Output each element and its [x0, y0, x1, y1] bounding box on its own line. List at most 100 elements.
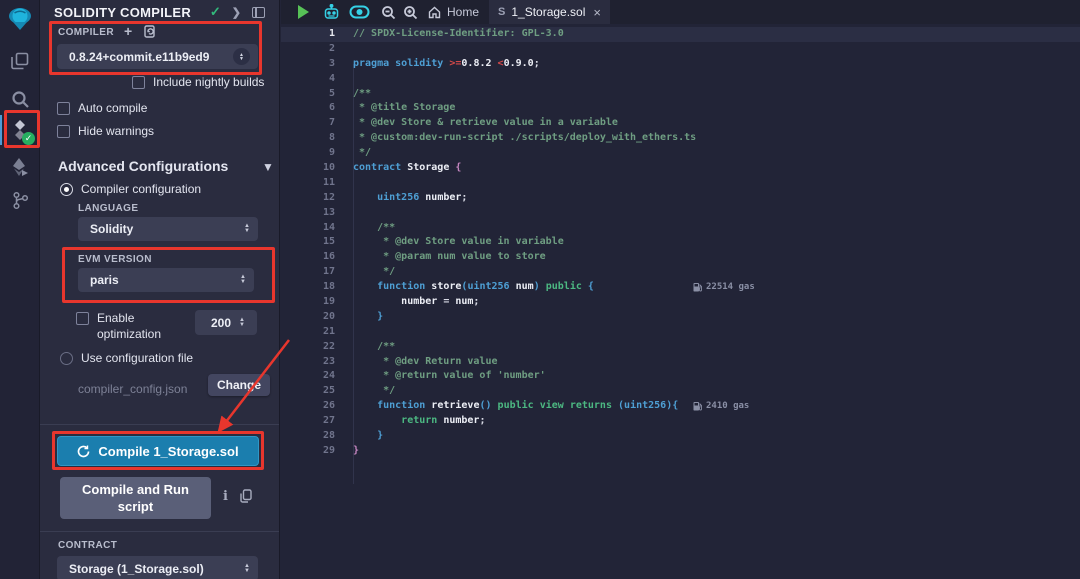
auto-compile-label: Auto compile — [78, 101, 147, 115]
use-configuration-file-radio[interactable] — [60, 352, 73, 365]
version-stepper-icon: ▲▼ — [233, 48, 250, 65]
code-line-23[interactable]: 23 * @dev Return value — [281, 355, 1080, 370]
code-line-15[interactable]: 15 * @dev Store value in variable — [281, 235, 1080, 250]
contract-section-label: CONTRACT — [58, 540, 117, 551]
line-number: 16 — [281, 250, 335, 265]
code-line-10[interactable]: 10contract Storage { — [281, 161, 1080, 176]
code-line-21[interactable]: 21 — [281, 325, 1080, 340]
auto-compile-checkbox[interactable] — [57, 102, 70, 115]
reload-compiler-icon[interactable] — [144, 25, 157, 38]
code-line-9[interactable]: 9 */ — [281, 146, 1080, 161]
code-editor: Home S 1_Storage.sol × 1// SPDX-License-… — [281, 0, 1080, 579]
code-line-8[interactable]: 8 * @custom:dev-run-script ./scripts/dep… — [281, 131, 1080, 146]
line-number: 1 — [281, 27, 335, 42]
run-script-play-icon[interactable] — [294, 0, 312, 24]
code-line-29[interactable]: 29} — [281, 444, 1080, 459]
line-number: 24 — [281, 369, 335, 384]
code-line-1[interactable]: 1// SPDX-License-Identifier: GPL-3.0 — [281, 27, 1080, 42]
panel-divider — [40, 424, 279, 425]
code-line-17[interactable]: 17 */ — [281, 265, 1080, 280]
code-line-26[interactable]: 26 function retrieve() public view retur… — [281, 399, 1080, 414]
deploy-and-run-icon[interactable] — [0, 150, 40, 184]
tab-1-storage-sol[interactable]: S 1_Storage.sol × — [489, 0, 610, 24]
compile-and-run-button[interactable]: Compile and Run script — [60, 477, 211, 519]
optimization-runs-input[interactable]: 200 ▲▼ — [195, 310, 257, 335]
line-number: 11 — [281, 176, 335, 191]
chevron-right-icon[interactable]: ❯ — [232, 6, 241, 19]
code-line-16[interactable]: 16 * @param num value to store — [281, 250, 1080, 265]
tab-home[interactable]: Home — [419, 0, 488, 24]
code-line-24[interactable]: 24 * @return value of 'number' — [281, 369, 1080, 384]
enable-optimization-label: Enable optimization — [97, 310, 181, 342]
line-number: 5 — [281, 87, 335, 102]
code-line-14[interactable]: 14 /** — [281, 221, 1080, 236]
compiler-version-select[interactable]: 0.8.24+commit.e11b9ed9 ▲▼ — [57, 44, 258, 69]
pin-panel-icon[interactable] — [252, 7, 265, 18]
code-line-20[interactable]: 20 } — [281, 310, 1080, 325]
line-number: 13 — [281, 206, 335, 221]
evm-stepper-icon: ▲▼ — [240, 275, 246, 285]
solidity-compiler-panel: SOLIDITY COMPILER ✓ ❯ COMPILER + 0.8.24+… — [40, 0, 280, 579]
icon-rail: ✓ — [0, 0, 40, 579]
line-number: 2 — [281, 42, 335, 57]
editor-tabbar: Home S 1_Storage.sol × — [281, 0, 1080, 24]
code-line-4[interactable]: 4 — [281, 72, 1080, 87]
code-line-12[interactable]: 12 uint256 number; — [281, 191, 1080, 206]
nightly-builds-checkbox[interactable] — [132, 76, 145, 89]
code-line-28[interactable]: 28 } — [281, 429, 1080, 444]
enable-optimization-checkbox[interactable] — [76, 312, 89, 325]
compiler-configuration-radio[interactable] — [60, 183, 73, 196]
line-number: 14 — [281, 221, 335, 236]
toggle-icon[interactable] — [346, 0, 372, 24]
ai-assistant-robot-icon[interactable] — [320, 0, 342, 24]
runs-stepper-icon: ▲▼ — [239, 318, 245, 328]
solidity-compiler-icon[interactable]: ✓ — [0, 113, 40, 147]
line-number: 21 — [281, 325, 335, 340]
line-number: 23 — [281, 355, 335, 370]
remix-ide-window: ✓ SOLIDITY COMPILER ✓ ❯ COMPILE — [0, 0, 1080, 579]
file-explorer-icon[interactable] — [0, 44, 40, 78]
compiler-configuration-label: Compiler configuration — [81, 182, 201, 196]
line-number: 9 — [281, 146, 335, 161]
code-line-25[interactable]: 25 */ — [281, 384, 1080, 399]
use-configuration-file-row: Use configuration file — [60, 351, 193, 365]
zoom-out-icon[interactable] — [378, 0, 398, 24]
code-line-5[interactable]: 5/** — [281, 87, 1080, 102]
copy-icon[interactable] — [240, 489, 252, 503]
hide-warnings-checkbox[interactable] — [57, 125, 70, 138]
git-icon[interactable] — [0, 183, 40, 217]
refresh-icon — [77, 445, 90, 458]
code-area[interactable]: 1// SPDX-License-Identifier: GPL-3.023pr… — [281, 24, 1080, 579]
evm-version-label: EVM VERSION — [78, 254, 152, 265]
panel-divider — [40, 531, 279, 532]
code-line-13[interactable]: 13 — [281, 206, 1080, 221]
compiled-check-icon: ✓ — [210, 4, 221, 20]
enable-optimization-row: Enable optimization — [76, 310, 181, 342]
compile-button[interactable]: Compile 1_Storage.sol — [57, 436, 259, 466]
change-config-button[interactable]: Change — [208, 374, 270, 396]
code-line-3[interactable]: 3pragma solidity >=0.8.2 <0.9.0; — [281, 57, 1080, 72]
remix-logo-icon[interactable] — [0, 2, 40, 36]
close-tab-icon[interactable]: × — [593, 5, 601, 20]
code-line-7[interactable]: 7 * @dev Store & retrieve value in a var… — [281, 116, 1080, 131]
info-icon[interactable]: i — [223, 489, 228, 504]
compiler-configuration-radio-row: Compiler configuration — [60, 182, 201, 196]
zoom-in-icon[interactable] — [400, 0, 420, 24]
language-select[interactable]: Solidity ▲▼ — [78, 217, 258, 241]
advanced-configurations-title[interactable]: Advanced Configurations — [58, 158, 228, 174]
code-line-6[interactable]: 6 * @title Storage — [281, 101, 1080, 116]
chevron-down-icon[interactable]: ▼ — [262, 160, 274, 174]
code-line-2[interactable]: 2 — [281, 42, 1080, 57]
gas-estimate-badge: 22514 gas — [693, 282, 755, 292]
contract-select[interactable]: Storage (1_Storage.sol) ▲▼ — [57, 556, 258, 579]
code-line-27[interactable]: 27 return number; — [281, 414, 1080, 429]
code-line-19[interactable]: 19 number = num; — [281, 295, 1080, 310]
add-compiler-icon[interactable]: + — [124, 23, 132, 39]
code-line-22[interactable]: 22 /** — [281, 340, 1080, 355]
line-number: 20 — [281, 310, 335, 325]
code-line-18[interactable]: 18 function store(uint256 num) public {2… — [281, 280, 1080, 295]
gas-estimate-badge: 2410 gas — [693, 401, 749, 411]
evm-version-select[interactable]: paris ▲▼ — [78, 268, 254, 292]
search-icon[interactable] — [0, 82, 40, 116]
code-line-11[interactable]: 11 — [281, 176, 1080, 191]
